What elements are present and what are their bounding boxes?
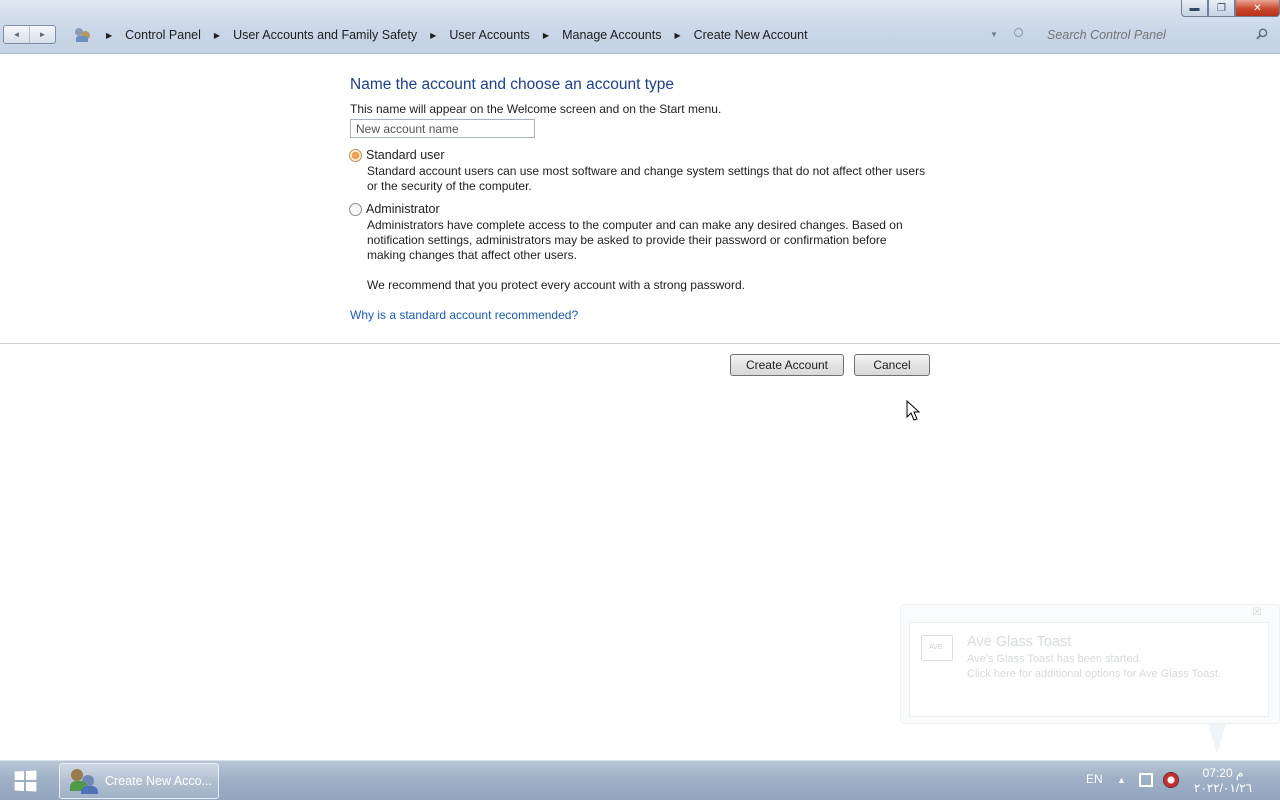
maximize-button[interactable]: ❐ [1208, 0, 1235, 17]
navigation-buttons: ◄ ► [3, 25, 56, 44]
breadcrumb-separator-icon[interactable]: ▶ [543, 31, 549, 40]
show-hidden-icons-icon[interactable]: ▲ [1117, 775, 1126, 785]
page-title: Name the account and choose an account t… [350, 76, 674, 93]
start-button-windows-icon[interactable] [14, 770, 37, 792]
address-dropdown-icon[interactable]: ▼ [990, 30, 998, 39]
standard-user-label[interactable]: Standard user [366, 148, 445, 162]
back-button[interactable]: ◄ [4, 26, 29, 43]
breadcrumb-separator-icon[interactable]: ▶ [430, 31, 436, 40]
account-name-input[interactable] [350, 119, 535, 138]
password-recommendation: We recommend that you protect every acco… [367, 278, 745, 292]
standard-user-description: Standard account users can use most soft… [367, 164, 926, 193]
language-indicator[interactable]: EN [1086, 772, 1103, 786]
window-controls: ▬ ❐ ✕ [1181, 0, 1280, 18]
forward-button[interactable]: ► [29, 26, 55, 43]
toast-message-line-1: Ave's Glass Toast has been started. [967, 653, 1142, 665]
administrator-option[interactable]: Administrator [349, 202, 440, 216]
cancel-button[interactable]: Cancel [854, 354, 930, 376]
toast-close-icon[interactable]: ☒ [1248, 607, 1266, 619]
breadcrumb-separator-icon[interactable]: ▶ [214, 31, 220, 40]
toast-icon-text: AVE [929, 644, 943, 651]
administrator-description: Administrators have complete access to t… [367, 218, 903, 262]
clock-time: 07:20 م [1202, 766, 1244, 780]
clock[interactable]: 07:20 م ٢٠٢٢/٠١/٢٦ [1188, 766, 1258, 796]
standard-user-radio[interactable] [349, 148, 362, 162]
user-accounts-icon [68, 767, 100, 795]
toast-pointer [1208, 724, 1226, 754]
control-panel-icon[interactable] [73, 25, 93, 45]
minimize-button[interactable]: ▬ [1181, 0, 1208, 17]
breadcrumb: ▶ Control Panel ▶ User Accounts and Fami… [67, 22, 808, 48]
refresh-icon[interactable] [1014, 28, 1023, 37]
ave-toast-icon: AVE [921, 635, 953, 661]
taskbar: Create New Acco... EN ▲ 07:20 م ٢٠٢٢/٠١/… [0, 760, 1280, 800]
clock-date: ٢٠٢٢/٠١/٢٦ [1193, 781, 1253, 795]
breadcrumb-separator-icon[interactable]: ▶ [106, 31, 112, 40]
breadcrumb-manage-accounts[interactable]: Manage Accounts [562, 28, 661, 42]
network-icon[interactable] [1139, 773, 1153, 787]
breadcrumb-user-accounts-family-safety[interactable]: User Accounts and Family Safety [233, 28, 417, 42]
glass-toast-notification[interactable]: ☒ AVE Ave Glass Toast Ave's Glass Toast … [900, 604, 1280, 724]
address-bar: ▬ ❐ ✕ ◄ ► ▶ Control Panel ▶ User Account… [0, 0, 1280, 54]
taskbar-item-create-new-account[interactable]: Create New Acco... [59, 763, 219, 799]
toast-message-line-2[interactable]: Click here for additional options for Av… [967, 668, 1221, 680]
search-box [1040, 25, 1278, 45]
breadcrumb-separator-icon[interactable]: ▶ [674, 31, 680, 40]
close-button[interactable]: ✕ [1235, 0, 1280, 17]
standard-user-option[interactable]: Standard user [349, 148, 445, 162]
administrator-radio[interactable] [349, 202, 362, 216]
mouse-cursor-icon [906, 400, 921, 421]
breadcrumb-create-new-account[interactable]: Create New Account [694, 28, 808, 42]
tray-app-icon[interactable] [1163, 772, 1179, 788]
breadcrumb-user-accounts[interactable]: User Accounts [449, 28, 530, 42]
taskbar-item-label: Create New Acco... [105, 774, 212, 788]
divider [0, 343, 1280, 344]
search-icon[interactable] [1256, 28, 1268, 40]
breadcrumb-control-panel[interactable]: Control Panel [125, 28, 201, 42]
administrator-label[interactable]: Administrator [366, 202, 440, 216]
create-account-button[interactable]: Create Account [730, 354, 844, 376]
standard-account-help-link[interactable]: Why is a standard account recommended? [350, 308, 578, 322]
toast-title: Ave Glass Toast [967, 634, 1072, 650]
search-input[interactable] [1040, 28, 1250, 42]
name-instruction: This name will appear on the Welcome scr… [350, 102, 722, 116]
